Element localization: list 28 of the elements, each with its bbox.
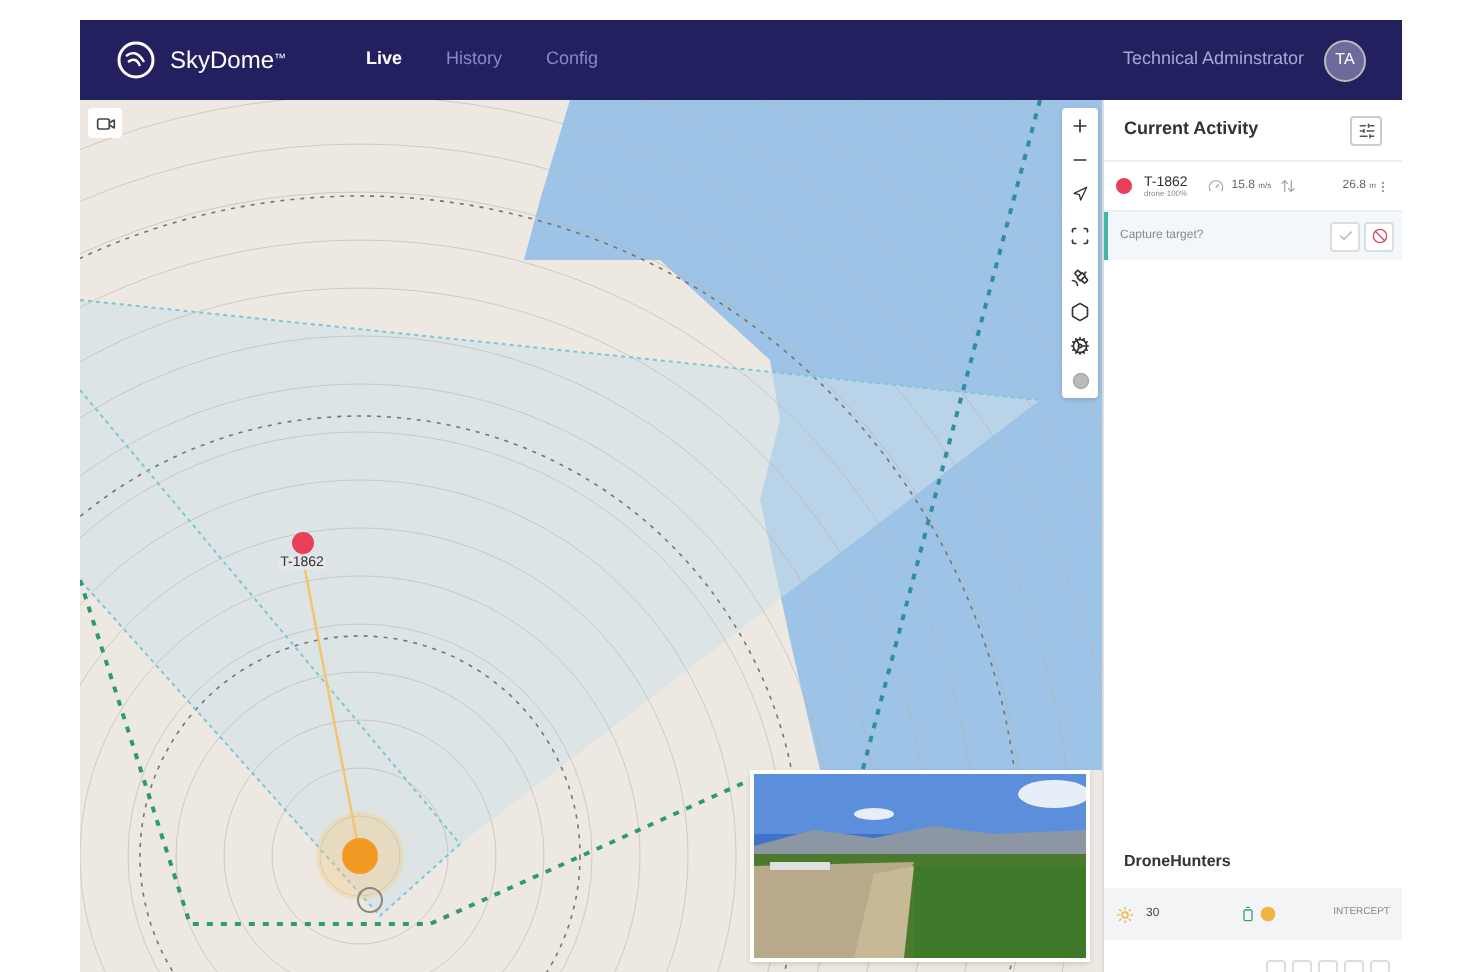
cog-icon	[1070, 336, 1090, 356]
user-name: Technical Adminstrator	[1122, 46, 1304, 73]
plus-icon	[1070, 116, 1090, 136]
section-title: DroneHunters	[1124, 850, 1231, 874]
altitude-icon	[1279, 178, 1296, 194]
user-avatar[interactable]: TA	[1324, 39, 1366, 81]
arrow-icon	[1072, 186, 1088, 202]
check-icon	[1337, 228, 1353, 244]
circle-icon	[1071, 371, 1089, 389]
focus-icon	[1070, 226, 1090, 246]
speed-icon	[1207, 178, 1224, 194]
satellite-icon	[1070, 268, 1090, 288]
status-icon	[1259, 906, 1276, 922]
hunter-icon	[1116, 905, 1134, 923]
panel-title: Current Activity	[1124, 116, 1259, 143]
nav-link[interactable]: History	[446, 46, 503, 74]
brand-name: SkyDome$^{™}$	[170, 44, 287, 78]
nav-link[interactable]: Config	[546, 46, 599, 74]
camera-icon	[95, 113, 115, 133]
battery-icon	[1239, 906, 1256, 922]
filter-button[interactable]	[1350, 115, 1382, 145]
nav-link[interactable]: Live	[366, 46, 403, 74]
hexagon-icon	[1070, 302, 1090, 322]
cancel-button[interactable]	[1364, 221, 1394, 251]
filter-icon	[1357, 121, 1375, 139]
logo-icon	[116, 40, 156, 80]
cancel-icon	[1371, 228, 1387, 244]
camera-button[interactable]	[88, 108, 122, 138]
